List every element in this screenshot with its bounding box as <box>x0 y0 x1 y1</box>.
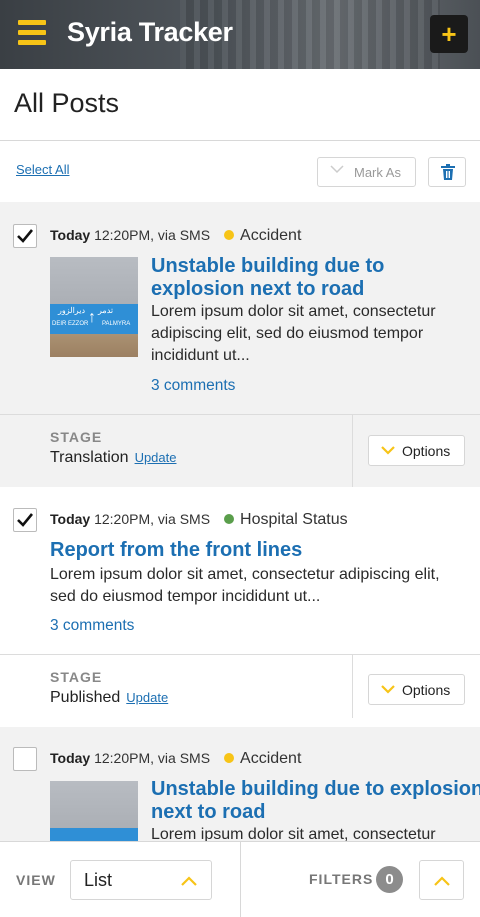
post-date: Today <box>50 227 91 243</box>
sign-arrow: ↑ <box>88 309 96 326</box>
stage-label: STAGE <box>50 669 103 685</box>
stage-name: Translation <box>50 449 129 466</box>
delete-button[interactable] <box>428 157 466 187</box>
post-category: Accident <box>240 227 302 244</box>
mark-as-button[interactable]: Mark As <box>317 157 416 187</box>
road-sign <box>50 828 138 841</box>
stage-divider <box>352 655 353 718</box>
post-time-source: 12:20PM, via SMS <box>90 227 211 243</box>
stage-value: Translation Update <box>50 449 176 467</box>
category-dot <box>224 230 235 240</box>
category-dot <box>224 514 235 524</box>
comments-link[interactable]: 3 comments <box>151 377 235 395</box>
chevron-up-icon <box>181 876 197 886</box>
post-title-line: Unstable building due to explosion <box>151 778 480 800</box>
update-stage-link[interactable]: Update <box>126 690 168 705</box>
post-checkbox[interactable] <box>13 508 37 532</box>
filters-label: FILTERS <box>309 871 374 887</box>
options-label: Options <box>402 443 451 459</box>
bulk-actions-toolbar: Select All Mark As <box>0 141 480 202</box>
post-thumbnail[interactable]: ↑ تدمر ديرالزور DEIR EZZOR PALMYRA <box>50 257 138 357</box>
sign-text: PALMYRA <box>102 321 131 327</box>
filters-count-badge: 0 <box>376 866 403 893</box>
post-meta: Today 12:20PM, via SMS Accident <box>50 750 301 768</box>
post-title-link[interactable]: Report from the front lines <box>50 539 470 562</box>
post-time-source: 12:20PM, via SMS <box>90 750 211 766</box>
stage-name: Published <box>50 689 121 706</box>
page-title: All Posts <box>14 88 120 118</box>
mark-as-label: Mark As <box>354 165 401 180</box>
post-category: Hospital Status <box>240 511 348 528</box>
chevron-down-icon <box>381 685 395 694</box>
filters-toggle-button[interactable] <box>419 860 464 900</box>
view-select[interactable]: List <box>70 860 212 900</box>
checkmark-icon <box>17 513 33 527</box>
post-card[interactable]: Today 12:20PM, via SMS Accident ↑ تدمر دي… <box>0 202 480 488</box>
post-meta: Today 12:20PM, via SMS Accident <box>50 227 301 245</box>
update-stage-link[interactable]: Update <box>135 450 177 465</box>
bottom-bar: VIEW List FILTERS 0 <box>0 841 480 917</box>
post-checkbox[interactable] <box>13 224 37 248</box>
category-dot <box>224 753 235 763</box>
stage-value: Published Update <box>50 689 168 707</box>
post-title-link[interactable]: Unstable building due to explosion next … <box>151 255 461 301</box>
trash-icon <box>441 164 455 180</box>
post-stage-row: STAGE Published Update Options <box>0 654 480 727</box>
post-stage-row: STAGE Translation Update Options <box>0 414 480 488</box>
page-title-bar: All Posts <box>0 69 480 141</box>
stage-divider <box>352 415 353 488</box>
bottom-bar-divider <box>240 842 241 917</box>
app-title: Syria Tracker <box>67 17 233 47</box>
post-card[interactable]: Today 12:20PM, via SMS Accident Unstable … <box>0 727 480 841</box>
stage-label: STAGE <box>50 429 103 445</box>
post-time-source: 12:20PM, via SMS <box>90 511 211 527</box>
post-thumbnail[interactable] <box>50 781 138 841</box>
post-title-link[interactable]: Unstable building due to explosion next … <box>151 778 480 824</box>
add-post-button[interactable]: + <box>430 15 468 53</box>
options-label: Options <box>402 682 451 698</box>
post-card[interactable]: Today 12:20PM, via SMS Hospital Status Re… <box>0 487 480 727</box>
sign-text: تدمر <box>98 306 114 315</box>
post-date: Today <box>50 511 91 527</box>
post-meta: Today 12:20PM, via SMS Hospital Status <box>50 511 348 529</box>
chevron-down-icon <box>381 446 395 455</box>
options-button[interactable]: Options <box>368 674 465 705</box>
post-excerpt: Lorem ipsum dolor sit amet, consectetur … <box>50 566 440 605</box>
post-excerpt: Lorem ipsum dolor sit amet, consectetur … <box>151 303 436 364</box>
options-button[interactable]: Options <box>368 435 465 466</box>
chevron-up-icon <box>434 876 450 886</box>
menu-icon[interactable] <box>18 20 46 48</box>
view-select-value: List <box>84 870 113 890</box>
chevron-down-icon <box>330 165 344 174</box>
sign-text: DEIR EZZOR <box>52 321 89 327</box>
post-category: Accident <box>240 750 302 767</box>
app-header: Syria Tracker + <box>0 0 480 69</box>
post-excerpt: Lorem ipsum dolor sit amet, consectetur <box>151 826 436 841</box>
post-date: Today <box>50 750 91 766</box>
select-all-link[interactable]: Select All <box>16 162 69 177</box>
post-title-line: next to road <box>151 801 266 823</box>
comments-link[interactable]: 3 comments <box>50 617 134 635</box>
view-label: VIEW <box>16 872 56 888</box>
post-checkbox[interactable] <box>13 747 37 771</box>
sign-text: ديرالزور <box>58 306 86 315</box>
checkmark-icon <box>17 229 33 243</box>
